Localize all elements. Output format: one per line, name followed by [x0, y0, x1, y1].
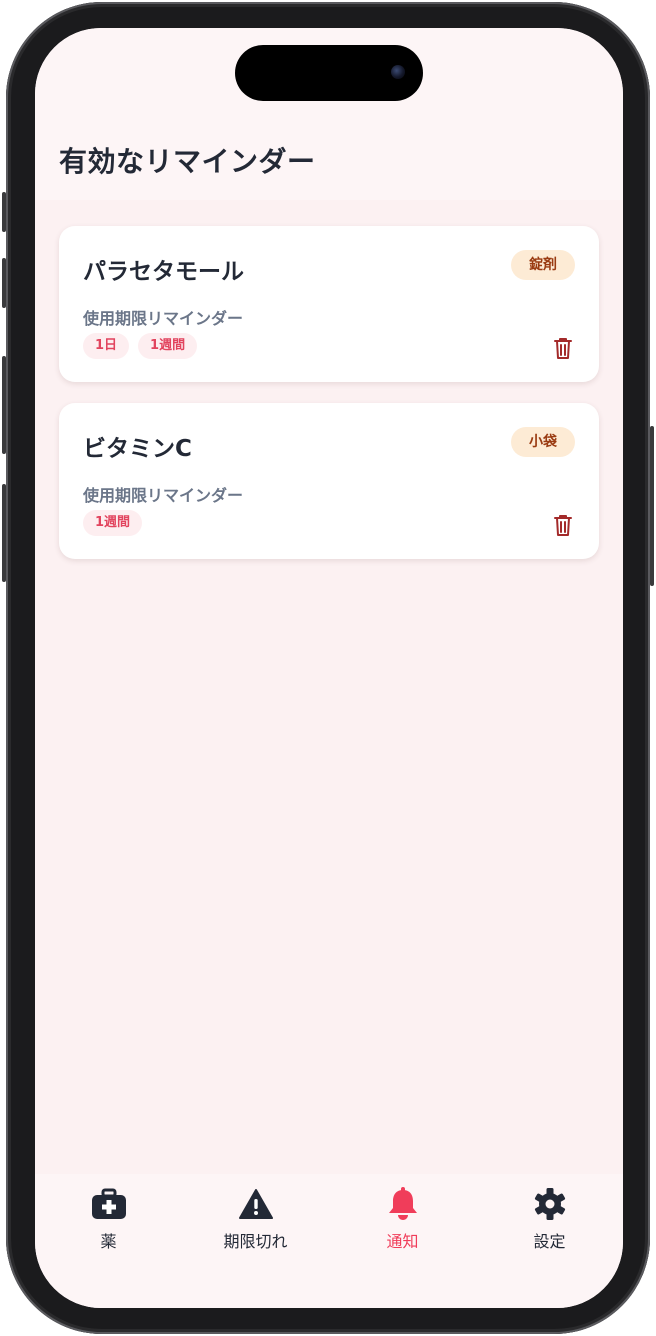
reminder-label: 使用期限リマインダー [83, 309, 244, 328]
tab-settings[interactable]: 設定 [476, 1174, 623, 1308]
warning-icon [238, 1186, 274, 1222]
reminder-chip: 1週間 [138, 333, 198, 359]
bell-icon [385, 1186, 421, 1222]
medicine-name: パラセタモール [83, 259, 244, 285]
tab-medicines[interactable]: 薬 [35, 1174, 182, 1308]
delete-reminder-button[interactable] [551, 511, 575, 539]
gear-icon [532, 1186, 568, 1222]
tab-notifications[interactable]: 通知 [329, 1174, 476, 1308]
tab-expired[interactable]: 期限切れ [182, 1174, 329, 1308]
type-badge: 小袋 [511, 427, 575, 457]
volume-down-button [2, 356, 6, 454]
medicine-name: ビタミンC [83, 436, 192, 462]
reminder-card-vitamin-c[interactable]: ビタミンC 小袋 使用期限リマインダー 1週間 [59, 403, 599, 559]
reminder-label: 使用期限リマインダー [83, 486, 244, 505]
tab-label: 薬 [100, 1232, 117, 1251]
home-indicator [257, 1292, 401, 1297]
medical-kit-icon [91, 1186, 127, 1222]
tab-label: 設定 [533, 1232, 566, 1251]
reminder-card-paracetamol[interactable]: パラセタモール 錠剤 使用期限リマインダー 1日 1週間 [59, 226, 599, 382]
dynamic-island [235, 45, 423, 101]
tab-label: 通知 [386, 1232, 419, 1251]
bottom-tab-bar: 薬 期限切れ 通知 設定 [35, 1174, 623, 1308]
trash-icon [554, 338, 572, 359]
reminder-chips: 1日 1週間 [83, 333, 198, 359]
front-camera-icon [391, 65, 405, 79]
tab-label: 期限切れ [223, 1232, 288, 1251]
delete-reminder-button[interactable] [551, 334, 575, 362]
power-button [650, 426, 654, 586]
reminder-chip: 1日 [83, 333, 130, 359]
app-screen: 有効なリマインダー パラセタモール 錠剤 使用期限リマインダー 1日 1週間 ビ… [35, 28, 623, 1308]
type-badge: 錠剤 [511, 250, 575, 280]
action-button [2, 192, 6, 232]
page-title: 有効なリマインダー [59, 145, 316, 178]
trash-icon [554, 515, 572, 536]
reminder-chip: 1週間 [83, 510, 143, 536]
volume-up-button [2, 258, 6, 308]
reminder-chips: 1週間 [83, 510, 143, 536]
volume-rocker [2, 484, 6, 582]
